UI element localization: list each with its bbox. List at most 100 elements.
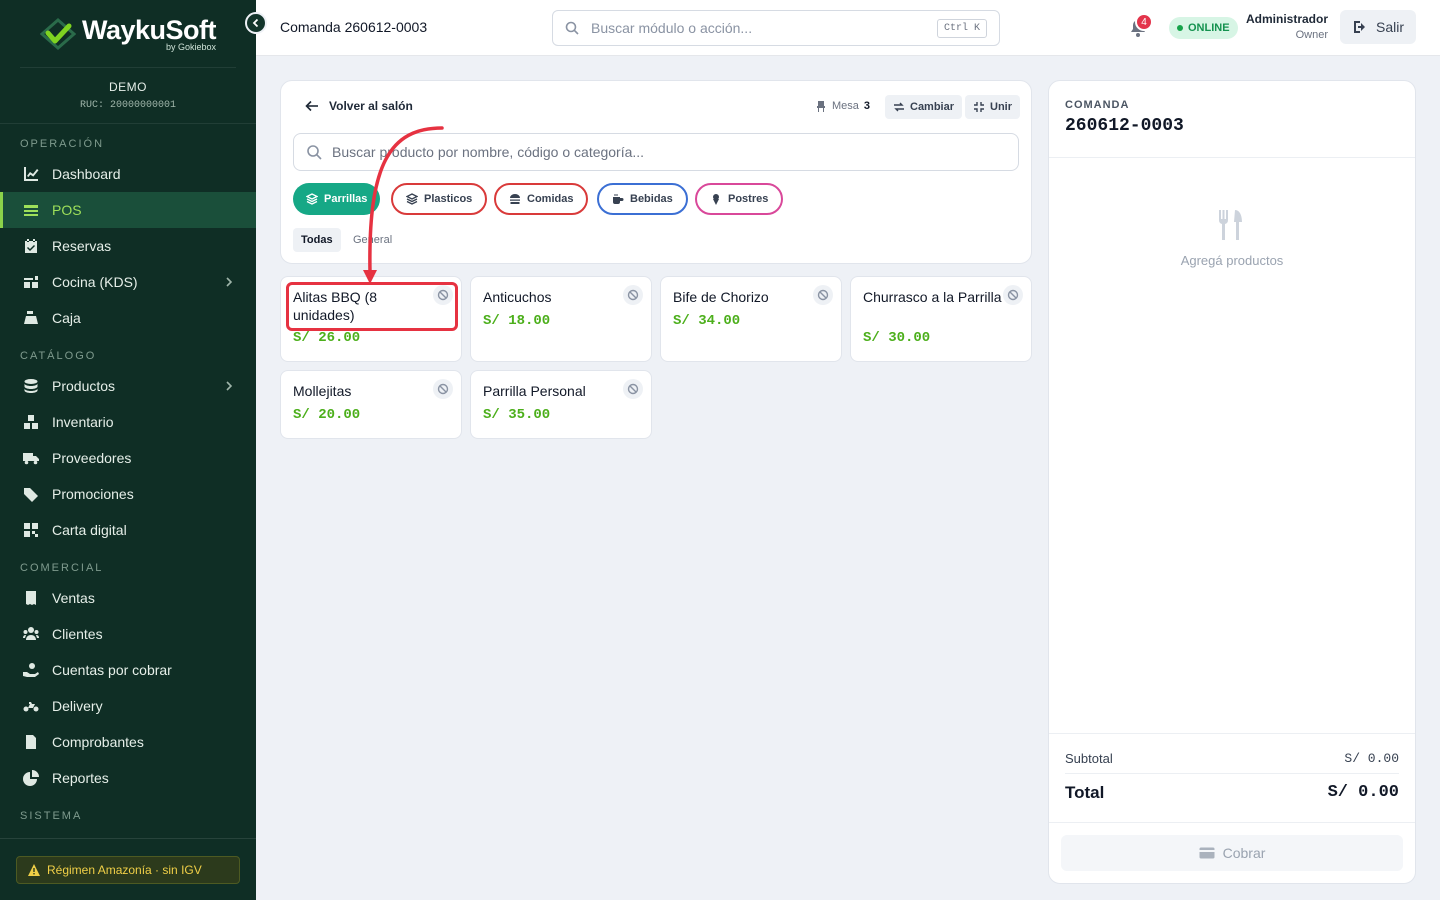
tags-icon bbox=[22, 485, 40, 503]
divider bbox=[0, 838, 256, 839]
tenant-ruc: RUC: 20000000001 bbox=[79, 100, 176, 111]
sidebar-item-inventario[interactable]: Inventario bbox=[0, 404, 256, 440]
back-to-salon-button[interactable]: Volver al salón bbox=[305, 99, 413, 113]
product-price: S/ 26.00 bbox=[293, 330, 361, 346]
sidebar-item-label: Proveedores bbox=[52, 450, 132, 466]
chevron-right-icon bbox=[226, 277, 233, 287]
sidebar-item-label: Reportes bbox=[52, 770, 109, 786]
boxes-icon bbox=[22, 413, 40, 431]
sign-out-icon bbox=[1353, 21, 1365, 33]
product-name: Churrasco a la Parrilla bbox=[863, 289, 1002, 305]
sidebar-item-ventas[interactable]: Ventas bbox=[0, 580, 256, 616]
product-name: Parrilla Personal bbox=[483, 383, 586, 399]
category-label: Postres bbox=[728, 193, 769, 205]
sidebar-item-carta-digital[interactable]: Carta digital bbox=[0, 512, 256, 548]
product-search-placeholder: Buscar producto por nombre, código o cat… bbox=[332, 144, 645, 160]
credit-card-icon bbox=[1199, 847, 1215, 859]
sidebar-item-label: Clientes bbox=[52, 626, 103, 642]
user-info[interactable]: Administrador Owner bbox=[1236, 12, 1328, 41]
category-comidas[interactable]: Comidas bbox=[494, 183, 589, 215]
search-icon bbox=[565, 21, 579, 35]
sidebar-item-pos[interactable]: POS bbox=[0, 192, 256, 228]
empty-order-message: Agregá productos bbox=[1180, 253, 1284, 268]
shortcut-hint: Ctrl K bbox=[936, 18, 987, 38]
layers-icon bbox=[22, 201, 40, 219]
sidebar-item-cuentas-por-cobrar[interactable]: Cuentas por cobrar bbox=[0, 652, 256, 688]
sidebar-item-label: Reservas bbox=[52, 238, 112, 254]
notifications-count-badge: 4 bbox=[1135, 13, 1153, 31]
section-comercial: COMERCIAL bbox=[20, 562, 104, 574]
sidebar-item-label: Comprobantes bbox=[52, 734, 144, 750]
sidebar-item-delivery[interactable]: Delivery bbox=[0, 688, 256, 724]
arrow-left-icon bbox=[305, 100, 318, 112]
sidebar-item-reportes[interactable]: Reportes bbox=[0, 760, 256, 796]
sidebar-item-cocina[interactable]: Cocina (KDS) bbox=[0, 264, 256, 300]
subtotal-value: S/ 0.00 bbox=[1344, 751, 1399, 766]
section-operacion: OPERACIÓN bbox=[20, 138, 105, 150]
sidebar-item-promociones[interactable]: Promociones bbox=[0, 476, 256, 512]
product-price: S/ 18.00 bbox=[483, 313, 551, 329]
tenant-name: DEMO bbox=[109, 80, 147, 94]
regimen-badge: Régimen Amazonía · sin IGV bbox=[16, 856, 240, 884]
sidebar-item-dashboard[interactable]: Dashboard bbox=[0, 156, 256, 192]
category-bebidas[interactable]: Bebidas bbox=[597, 183, 688, 215]
receipt-icon bbox=[22, 589, 40, 607]
category-label: Comidas bbox=[527, 193, 574, 205]
product-card-mollejitas[interactable]: Mollejitas S/ 20.00 bbox=[280, 370, 462, 439]
change-table-button[interactable]: Cambiar bbox=[885, 95, 963, 119]
unavailable-icon bbox=[623, 285, 643, 305]
collapse-sidebar-button[interactable] bbox=[245, 12, 267, 34]
sidebar-item-clientes[interactable]: Clientes bbox=[0, 616, 256, 652]
product-card-parrilla-personal[interactable]: Parrilla Personal S/ 35.00 bbox=[470, 370, 652, 439]
unavailable-icon bbox=[1003, 285, 1023, 305]
status-text: ONLINE bbox=[1188, 22, 1230, 34]
waykusoft-logo-icon bbox=[39, 17, 76, 50]
category-label: Parrillas bbox=[324, 193, 368, 205]
file-invoice-icon bbox=[22, 733, 40, 751]
sidebar-item-comprobantes[interactable]: Comprobantes bbox=[0, 724, 256, 760]
mug-icon bbox=[613, 194, 624, 204]
total-value: S/ 0.00 bbox=[1327, 783, 1399, 802]
product-price: S/ 35.00 bbox=[483, 407, 551, 423]
calendar-check-icon bbox=[22, 237, 40, 255]
product-card-anticuchos[interactable]: Anticuchos S/ 18.00 bbox=[470, 276, 652, 362]
product-card-churrasco[interactable]: Churrasco a la Parrilla S/ 30.00 bbox=[850, 276, 1032, 362]
user-name: Administrador bbox=[1245, 12, 1328, 26]
pay-button[interactable]: Cobrar bbox=[1061, 835, 1403, 871]
divider bbox=[1049, 157, 1415, 158]
order-label: COMANDA bbox=[1065, 99, 1130, 111]
merge-tables-button[interactable]: Unir bbox=[965, 95, 1020, 119]
brand-logo[interactable]: WaykuSoft by Gokiebox bbox=[20, 0, 236, 68]
subcategory-general[interactable]: General bbox=[345, 228, 400, 252]
sidebar-item-label: Cocina (KDS) bbox=[52, 274, 138, 290]
sidebar-item-label: Carta digital bbox=[52, 522, 127, 538]
sidebar-item-productos[interactable]: Productos bbox=[0, 368, 256, 404]
status-badge: ONLINE bbox=[1169, 17, 1238, 39]
section-sistema: SISTEMA bbox=[20, 810, 83, 822]
module-search-input[interactable]: Buscar módulo o acción... Ctrl K bbox=[552, 10, 1000, 46]
swap-icon bbox=[894, 102, 904, 112]
category-plasticos[interactable]: Plasticos bbox=[391, 183, 488, 215]
sidebar-item-caja[interactable]: Caja bbox=[0, 300, 256, 336]
sidebar-item-label: Delivery bbox=[52, 698, 103, 714]
back-label: Volver al salón bbox=[329, 99, 413, 113]
product-card-alitas-bbq[interactable]: Alitas BBQ (8 unidades) S/ 26.00 bbox=[280, 276, 462, 362]
category-parrillas[interactable]: Parrillas bbox=[293, 183, 381, 215]
subcategory-todas[interactable]: Todas bbox=[293, 228, 341, 252]
category-label: Plasticos bbox=[424, 193, 473, 205]
product-card-bife-de-chorizo[interactable]: Bife de Chorizo S/ 34.00 bbox=[660, 276, 842, 362]
sidebar-item-label: Cuentas por cobrar bbox=[52, 662, 172, 678]
kitchen-icon bbox=[22, 273, 40, 291]
ice-cream-icon bbox=[713, 194, 719, 205]
sidebar-item-proveedores[interactable]: Proveedores bbox=[0, 440, 256, 476]
sidebar-item-label: Caja bbox=[52, 310, 81, 326]
product-name: Anticuchos bbox=[483, 289, 552, 305]
category-postres[interactable]: Postres bbox=[695, 183, 784, 215]
merge-tables-label: Unir bbox=[990, 101, 1012, 113]
product-name: Mollejitas bbox=[293, 383, 352, 399]
logout-button[interactable]: Salir bbox=[1340, 10, 1416, 44]
order-panel: COMANDA 260612-0003 Agregá productos Sub… bbox=[1048, 80, 1416, 884]
sidebar-item-reservas[interactable]: Reservas bbox=[0, 228, 256, 264]
unavailable-icon bbox=[433, 379, 453, 399]
product-search-input[interactable]: Buscar producto por nombre, código o cat… bbox=[293, 133, 1019, 171]
